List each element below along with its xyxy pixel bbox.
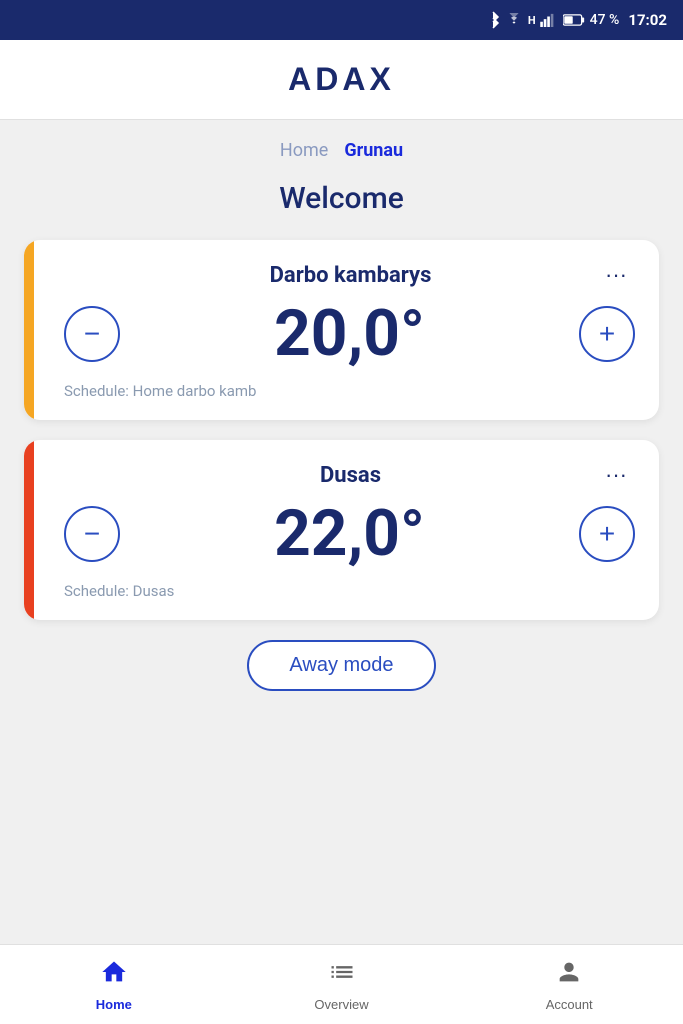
nav-label-account: Account [546,997,593,1012]
status-icons: H 47 % 17:02 [486,11,667,29]
nav-item-home[interactable]: Home [0,945,228,1024]
temp-display-dusas: 22,0° [274,502,425,566]
nav-label-home: Home [96,997,132,1012]
increase-temp-dusas[interactable]: + [579,506,635,562]
home-icon [100,958,128,993]
card-header-dusas: Dusas ··· [64,460,635,490]
more-options-dusas[interactable]: ··· [597,460,635,490]
decrease-temp-darbo[interactable]: − [64,306,120,362]
device-card-dusas: Dusas ··· − 22,0° + Schedule: Dusas [24,440,659,620]
more-options-darbo[interactable]: ··· [597,260,635,290]
card-accent-yellow [24,240,34,420]
clock: 17:02 [628,11,667,29]
account-icon [555,958,583,993]
card-controls-dusas: − 22,0° + [64,502,635,566]
card-controls-darbo: − 20,0° + [64,302,635,366]
card-header-darbo: Darbo kambarys ··· [64,260,635,290]
increase-temp-darbo[interactable]: + [579,306,635,362]
status-bar: H 47 % 17:02 [0,0,683,40]
away-mode-button[interactable]: Away mode [247,640,435,691]
device-name-darbo: Darbo kambarys [104,263,597,288]
signal-bars-icon [540,13,558,27]
breadcrumb: Home Grunau [24,140,659,161]
wifi-icon [505,13,523,27]
bluetooth-icon [486,11,500,29]
nav-label-overview: Overview [314,997,368,1012]
nav-item-overview[interactable]: Overview [228,945,456,1024]
battery-percent: 47 % [590,12,620,28]
app-logo: ADAX [288,61,395,98]
overview-icon [328,958,356,993]
decrease-temp-dusas[interactable]: − [64,506,120,562]
breadcrumb-home[interactable]: Home [280,140,328,161]
card-accent-orange [24,440,34,620]
welcome-title: Welcome [24,181,659,216]
device-card-darbo: Darbo kambarys ··· − 20,0° + Schedule: H… [24,240,659,420]
signal-h-icon: H [528,14,535,27]
temp-display-darbo: 20,0° [274,302,425,366]
main-content: Home Grunau Welcome Darbo kambarys ··· −… [0,120,683,944]
device-name-dusas: Dusas [104,463,597,488]
bottom-nav: Home Overview Account [0,944,683,1024]
schedule-dusas: Schedule: Dusas [64,582,635,600]
battery-icon [563,14,585,26]
breadcrumb-grunau[interactable]: Grunau [344,140,403,161]
nav-item-account[interactable]: Account [455,945,683,1024]
app-header: ADAX [0,40,683,120]
away-mode-container: Away mode [24,640,659,691]
schedule-darbo: Schedule: Home darbo kamb [64,382,635,400]
